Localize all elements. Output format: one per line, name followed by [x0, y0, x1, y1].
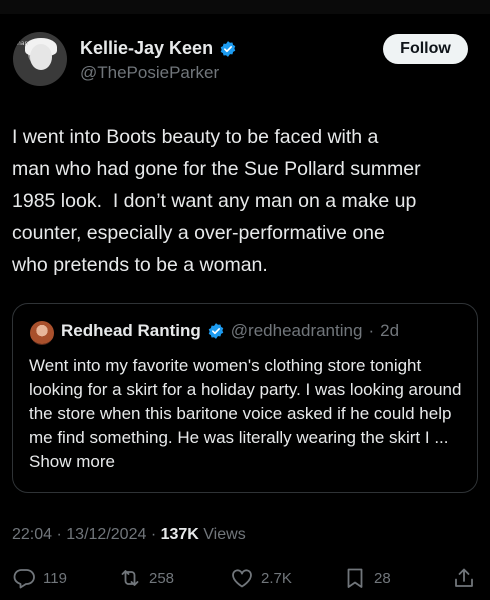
meta-separator: ·	[56, 526, 62, 543]
views-label: Views	[203, 526, 246, 543]
author-avatar[interactable]: man	[13, 32, 67, 86]
like-button[interactable]: 2.7K	[230, 566, 292, 590]
views-count: 137K	[160, 526, 199, 543]
repost-icon	[121, 570, 139, 586]
reply-icon	[13, 569, 35, 589]
share-button[interactable]	[452, 566, 476, 590]
quoted-author-handle: @redheadranting	[230, 321, 363, 340]
avatar-text: man	[15, 40, 29, 47]
quoted-separator: ·	[368, 321, 375, 340]
tweet-time[interactable]: 22:04	[12, 526, 52, 543]
action-bar: 119 258 2.7K 28	[0, 566, 490, 596]
tweet-date[interactable]: 13/12/2024	[66, 526, 146, 543]
heart-icon	[232, 569, 252, 588]
quoted-verified-badge-icon	[208, 323, 224, 339]
reply-button[interactable]: 119	[12, 566, 67, 590]
quoted-text: Went into my favorite women's clothing s…	[29, 356, 462, 447]
quoted-author-avatar	[30, 321, 54, 345]
avatar-face	[30, 44, 52, 70]
quoted-author-name: Redhead Ranting	[61, 321, 201, 340]
quoted-tweet[interactable]: Redhead Ranting @redheadranting · 2d Went …	[12, 303, 478, 493]
like-count: 2.7K	[261, 569, 292, 587]
quoted-time: 2d	[380, 321, 400, 340]
author-name-row: Kellie-Jay Keen	[80, 38, 237, 59]
tweet-meta: 22:04 · 13/12/2024 · 137K Views	[12, 526, 246, 544]
share-icon	[455, 568, 473, 587]
bookmark-icon	[347, 568, 363, 588]
quoted-text-block: Went into my favorite women's clothing s…	[29, 354, 469, 474]
show-more-link[interactable]: Show more	[29, 452, 115, 471]
repost-count: 258	[149, 569, 175, 587]
meta-separator: ·	[150, 526, 157, 543]
top-bar	[0, 0, 490, 14]
author-handle[interactable]: @ThePosieParker	[80, 63, 219, 83]
author-name[interactable]: Kellie-Jay Keen	[80, 38, 213, 59]
reply-count: 119	[43, 569, 67, 587]
tweet-text: I went into Boots beauty to be faced wit…	[12, 126, 421, 276]
follow-button[interactable]: Follow	[383, 34, 468, 64]
bookmark-count: 28	[374, 569, 391, 587]
bookmark-button[interactable]: 28	[343, 566, 391, 590]
repost-button[interactable]: 258	[118, 566, 174, 590]
quoted-header: Redhead Ranting @redheadranting · 2d	[61, 321, 399, 341]
verified-badge-icon	[220, 40, 236, 57]
